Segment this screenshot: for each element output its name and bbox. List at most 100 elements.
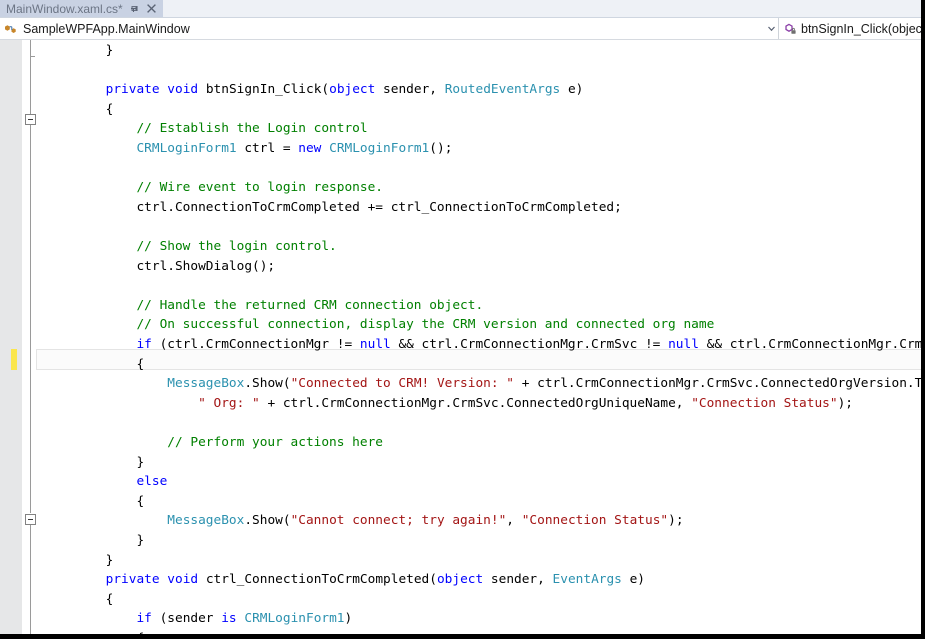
code-token: }	[44, 43, 114, 58]
method-private-icon	[783, 22, 797, 36]
chevron-down-icon[interactable]	[764, 18, 778, 39]
code-token: // On successful connection, display the…	[44, 317, 715, 333]
code-line[interactable]: // Wire event to login response.	[44, 178, 921, 198]
navigation-bar: SampleWPFApp.MainWindow btnSignIn_Click(…	[0, 18, 921, 40]
code-token: .Show(	[244, 513, 291, 529]
code-token: // Establish the Login control	[44, 121, 368, 137]
code-line[interactable]	[44, 61, 921, 81]
code-line[interactable]: CRMLoginForm1 ctrl = new CRMLoginForm1()…	[44, 139, 921, 159]
code-token: void	[167, 82, 199, 98]
code-line[interactable]: ctrl.ConnectionToCrmCompleted += ctrl_Co…	[44, 198, 921, 218]
type-dropdown[interactable]: SampleWPFApp.MainWindow	[0, 18, 779, 39]
code-token: .Show(	[244, 376, 291, 392]
code-line[interactable]: {	[44, 590, 921, 610]
code-token: private	[105, 82, 160, 98]
code-line[interactable]: " Org: " + ctrl.CrmConnectionMgr.CrmSvc.…	[44, 394, 921, 414]
code-line[interactable]: ctrl.ShowDialog();	[44, 257, 921, 277]
class-icon	[4, 22, 18, 36]
code-token: sender,	[375, 82, 445, 98]
code-token: new	[298, 141, 322, 156]
code-line[interactable]: // Establish the Login control	[44, 119, 921, 139]
code-token: {	[44, 493, 145, 509]
code-line[interactable]	[44, 217, 921, 237]
code-token: "Connection Status"	[521, 513, 669, 529]
code-token: private	[105, 572, 160, 588]
code-line[interactable]: else	[44, 472, 921, 492]
close-icon[interactable]	[146, 3, 157, 15]
code-token: ctrl =	[236, 141, 299, 156]
code-token: is	[221, 611, 237, 627]
code-token: else	[136, 474, 168, 490]
code-line[interactable]: {	[44, 629, 921, 634]
member-name-label: btnSignIn_Click(object	[801, 21, 921, 36]
code-token: + ctrl.CrmConnectionMgr.CrmSvc.Connected…	[521, 376, 921, 392]
code-token: ctrl_ConnectionToCrmCompleted(	[198, 572, 437, 588]
class-name-label: SampleWPFApp.MainWindow	[23, 21, 190, 36]
code-token: CRMLoginForm1	[329, 141, 430, 156]
code-token: null	[359, 337, 391, 352]
pin-icon[interactable]	[129, 3, 140, 15]
code-line[interactable]: // Perform your actions here	[44, 433, 921, 453]
code-line[interactable]: }	[44, 551, 921, 571]
code-line[interactable]: {	[44, 492, 921, 512]
code-token: }	[44, 454, 145, 470]
code-token: {	[44, 101, 114, 117]
code-line[interactable]: {	[44, 355, 921, 375]
code-line[interactable]: // On successful connection, display the…	[44, 315, 921, 335]
code-line[interactable]: MessageBox.Show("Cannot connect; try aga…	[44, 511, 921, 531]
code-line[interactable]: }	[44, 453, 921, 473]
code-token: if	[136, 337, 152, 352]
code-token: CRMLoginForm1	[244, 611, 345, 627]
code-line[interactable]: }	[44, 41, 921, 61]
code-token: && ctrl.CrmConnectionMgr.CrmSvc !=	[390, 337, 669, 352]
code-line[interactable]	[44, 159, 921, 179]
code-token: MessageBox	[167, 376, 245, 392]
code-token: RoutedEventArgs	[444, 82, 561, 98]
document-tab-mainwindow-xaml-cs[interactable]: MainWindow.xaml.cs*	[0, 0, 163, 17]
code-line[interactable]	[44, 413, 921, 433]
code-token: // Wire event to login response.	[44, 180, 383, 196]
code-line[interactable]: MessageBox.Show("Connected to CRM! Versi…	[44, 374, 921, 394]
code-token: object	[329, 82, 376, 98]
code-token: }	[44, 533, 145, 548]
code-line[interactable]: private void ctrl_ConnectionToCrmComplet…	[44, 570, 921, 590]
code-line[interactable]: if (sender is CRMLoginForm1)	[44, 609, 921, 629]
tab-label: MainWindow.xaml.cs*	[6, 1, 123, 16]
code-token: " Org: "	[198, 395, 260, 411]
member-dropdown[interactable]: btnSignIn_Click(object	[779, 18, 921, 39]
code-line[interactable]: if (ctrl.CrmConnectionMgr != null && ctr…	[44, 335, 921, 355]
code-line[interactable]: {	[44, 100, 921, 120]
code-line[interactable]	[44, 276, 921, 296]
code-token: )	[344, 611, 353, 627]
code-token: // Show the login control.	[44, 239, 337, 254]
code-token: ,	[506, 513, 522, 529]
code-line[interactable]: // Show the login control.	[44, 237, 921, 257]
code-line[interactable]: }	[44, 531, 921, 551]
code-token: ctrl.ShowDialog();	[44, 258, 276, 274]
code-token: (sender	[151, 611, 222, 627]
code-line[interactable]: // Handle the returned CRM connection ob…	[44, 296, 921, 316]
code-token: e)	[560, 82, 584, 98]
code-token: if	[136, 611, 152, 627]
code-token: "Connected to CRM! Version: "	[290, 376, 514, 392]
code-token: null	[668, 337, 699, 352]
code-token: );	[837, 395, 853, 411]
code-token: "Connection Status"	[691, 395, 838, 411]
code-editor-surface[interactable]: } private void btnSignIn_Click(object se…	[0, 40, 921, 634]
code-token: (ctrl.CrmConnectionMgr !=	[151, 337, 360, 352]
code-line[interactable]: private void btnSignIn_Click(object send…	[44, 80, 921, 100]
code-token: CRMLoginForm1	[136, 141, 237, 156]
code-token: // Perform your actions here	[44, 435, 383, 450]
code-token: EventArgs	[552, 572, 622, 588]
code-text-layer[interactable]: } private void btnSignIn_Click(object se…	[0, 40, 921, 634]
document-tab-strip: MainWindow.xaml.cs*	[0, 0, 921, 18]
code-token: );	[668, 513, 684, 529]
code-token: MessageBox	[167, 513, 245, 529]
code-token: "Cannot connect; try again!"	[290, 513, 507, 529]
